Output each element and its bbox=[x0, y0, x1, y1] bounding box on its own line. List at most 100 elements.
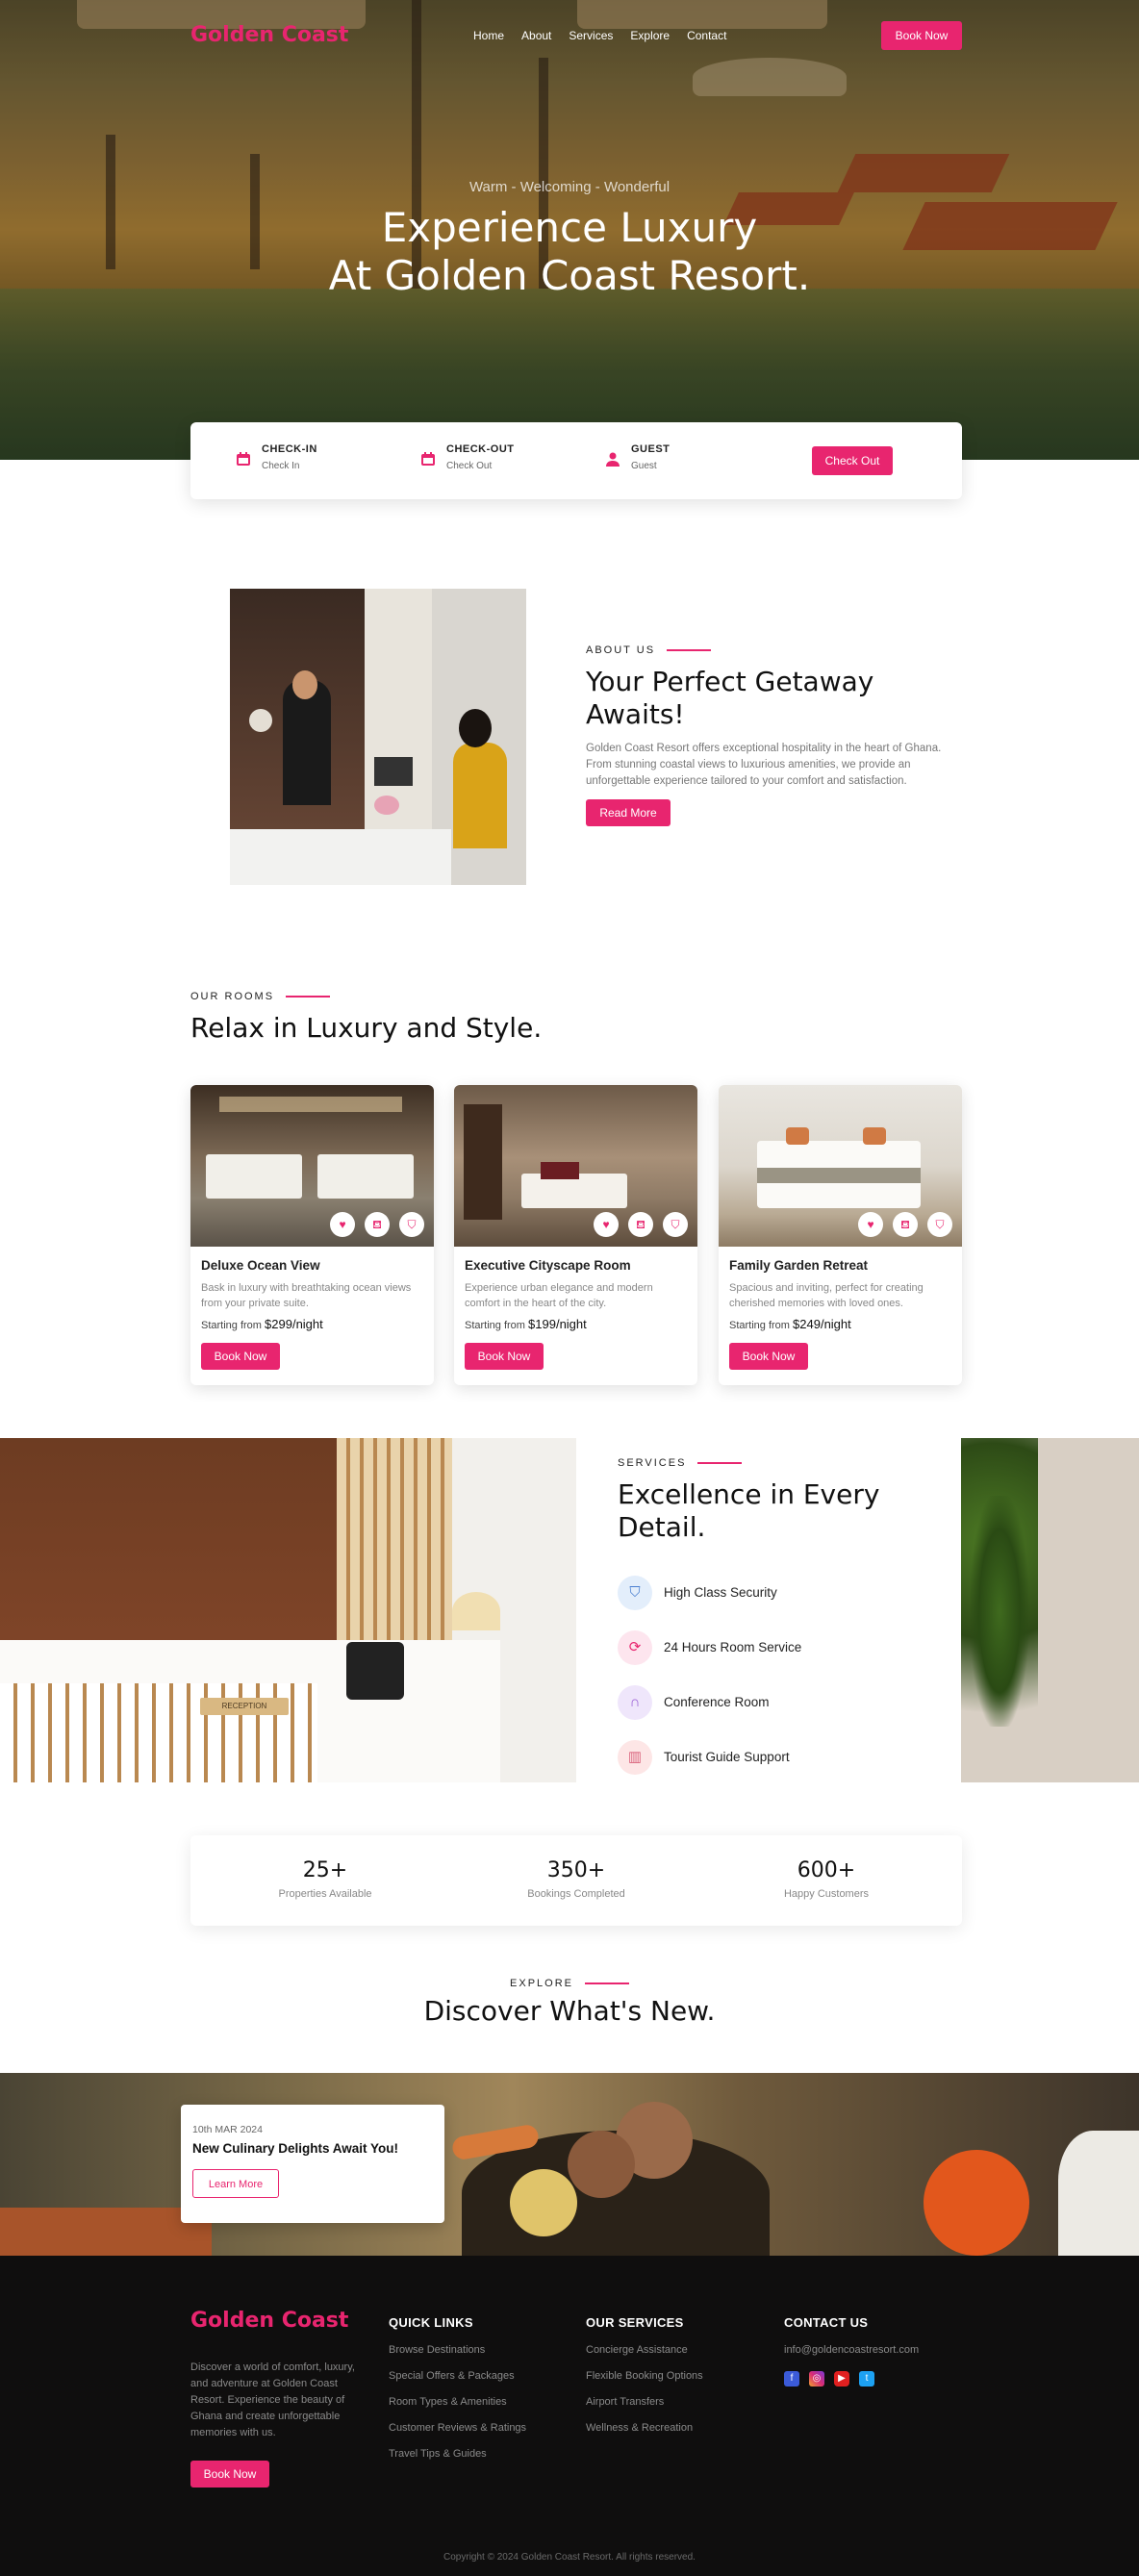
room-name: Family Garden Retreat bbox=[729, 1258, 869, 1273]
footer-about-text: Discover a world of comfort, luxury, and… bbox=[190, 2361, 355, 2438]
calendar-icon bbox=[235, 451, 252, 468]
header-book-now-button[interactable]: Book Now bbox=[881, 21, 962, 50]
service-label: Tourist Guide Support bbox=[664, 1750, 790, 1764]
youtube-icon[interactable]: ▶ bbox=[834, 2371, 849, 2387]
hero-title-line2: At Golden Coast Resort. bbox=[328, 252, 811, 299]
twitter-icon[interactable]: t bbox=[859, 2371, 874, 2387]
nav-home[interactable]: Home bbox=[473, 29, 504, 42]
explore-title: Discover What's New. bbox=[423, 1995, 716, 2027]
room-price: Starting from $299/night bbox=[201, 1317, 423, 1331]
instagram-icon[interactable]: ◎ bbox=[809, 2371, 824, 2387]
footer-services: OUR SERVICES Concierge Assistance Flexib… bbox=[586, 2315, 703, 2434]
services-label-text: SERVICES bbox=[618, 1457, 687, 1469]
label-divider bbox=[667, 649, 712, 651]
stat-label: Bookings Completed bbox=[527, 1888, 625, 1900]
rooms-label-text: OUR ROOMS bbox=[190, 991, 275, 1002]
map-icon: ▥ bbox=[618, 1739, 652, 1775]
shield-icon[interactable]: ⛉ bbox=[927, 1212, 952, 1237]
footer-link[interactable]: Special Offers & Packages bbox=[389, 2370, 526, 2382]
service-label: 24 Hours Room Service bbox=[664, 1640, 802, 1654]
service-item: ∩ Conference Room bbox=[618, 1675, 945, 1730]
heart-icon[interactable]: ♥ bbox=[594, 1212, 619, 1237]
contact-us-title: CONTACT US bbox=[784, 2315, 869, 2330]
guest-field[interactable]: GUEST Guest bbox=[604, 443, 670, 471]
bucket-icon[interactable]: ⛾ bbox=[628, 1212, 653, 1237]
nav-about[interactable]: About bbox=[521, 29, 551, 42]
footer-service-link[interactable]: Flexible Booking Options bbox=[586, 2370, 703, 2382]
stat-number: 350+ bbox=[546, 1858, 606, 1882]
facebook-icon[interactable]: f bbox=[784, 2371, 799, 2387]
learn-more-button[interactable]: Learn More bbox=[192, 2169, 279, 2198]
room-price: Starting from $249/night bbox=[729, 1317, 951, 1331]
footer-service-link[interactable]: Airport Transfers bbox=[586, 2396, 703, 2408]
bucket-icon[interactable]: ⛾ bbox=[893, 1212, 918, 1237]
checkout-field[interactable]: CHECK-OUT Check Out bbox=[419, 443, 515, 471]
footer-book-now-button[interactable]: Book Now bbox=[190, 2461, 269, 2488]
main-nav: Home About Services Explore Contact bbox=[473, 29, 726, 42]
room-book-now-button[interactable]: Book Now bbox=[465, 1343, 544, 1370]
rooms-header: OUR ROOMS Relax in Luxury and Style. bbox=[190, 991, 768, 1045]
nav-contact[interactable]: Contact bbox=[687, 29, 726, 42]
room-description: Experience urban elegance and modern com… bbox=[465, 1282, 653, 1309]
shield-icon[interactable]: ⛉ bbox=[663, 1212, 688, 1237]
read-more-button[interactable]: Read More bbox=[586, 799, 671, 826]
room-price-value: $299/night bbox=[265, 1317, 323, 1331]
footer-link[interactable]: Room Types & Amenities bbox=[389, 2396, 526, 2408]
news-date: 10th MAR 2024 bbox=[192, 2124, 263, 2135]
nav-services[interactable]: Services bbox=[569, 29, 613, 42]
room-service-icon: ⟳ bbox=[618, 1629, 652, 1665]
footer-brand-column: Golden Coast Discover a world of comfort… bbox=[190, 2309, 366, 2488]
about-image bbox=[230, 589, 526, 885]
footer-link[interactable]: Browse Destinations bbox=[389, 2344, 526, 2356]
about-title: Your Perfect Getaway Awaits! bbox=[586, 666, 874, 730]
room-description: Spacious and inviting, perfect for creat… bbox=[729, 1282, 924, 1309]
our-services-title: OUR SERVICES bbox=[586, 2315, 684, 2330]
news-title: New Culinary Delights Await You! bbox=[192, 2141, 399, 2156]
footer-logo[interactable]: Golden Coast bbox=[190, 2309, 366, 2333]
service-item: ⛉ High Class Security bbox=[618, 1565, 945, 1620]
footer: Golden Coast Discover a world of comfort… bbox=[0, 2256, 1139, 2576]
footer-link[interactable]: Customer Reviews & Ratings bbox=[389, 2422, 526, 2434]
heart-icon[interactable]: ♥ bbox=[858, 1212, 883, 1237]
services-image: RECEPTION bbox=[0, 1438, 576, 1782]
stat-label: Properties Available bbox=[278, 1888, 372, 1900]
rooms-label: OUR ROOMS bbox=[190, 991, 768, 1002]
hero-section: Golden Coast Home About Services Explore… bbox=[0, 0, 1139, 460]
shield-icon[interactable]: ⛉ bbox=[399, 1212, 424, 1237]
checkin-field[interactable]: CHECK-IN Check In bbox=[235, 443, 317, 471]
room-book-now-button[interactable]: Book Now bbox=[729, 1343, 808, 1370]
service-label: High Class Security bbox=[664, 1585, 777, 1600]
footer-link[interactable]: Travel Tips & Guides bbox=[389, 2448, 526, 2460]
checkout-value: Check Out bbox=[446, 461, 493, 471]
heart-icon[interactable]: ♥ bbox=[330, 1212, 355, 1237]
check-out-button[interactable]: Check Out bbox=[812, 446, 893, 475]
room-card-icons: ♥ ⛾ ⛉ bbox=[594, 1212, 688, 1237]
starting-from-label: Starting from bbox=[201, 1320, 262, 1331]
room-price-value: $199/night bbox=[528, 1317, 587, 1331]
bucket-icon[interactable]: ⛾ bbox=[365, 1212, 390, 1237]
checkin-value: Check In bbox=[262, 461, 300, 471]
room-card: ♥ ⛾ ⛉ Executive Cityscape Room Experienc… bbox=[454, 1085, 697, 1385]
hero-title: Experience Luxury At Golden Coast Resort… bbox=[0, 204, 1139, 300]
about-label: ABOUT US bbox=[586, 644, 963, 656]
room-name: Executive Cityscape Room bbox=[465, 1258, 631, 1273]
footer-quick-links: QUICK LINKS Browse Destinations Special … bbox=[389, 2315, 526, 2460]
user-icon bbox=[604, 451, 621, 468]
stat-label: Happy Customers bbox=[783, 1888, 870, 1900]
room-book-now-button[interactable]: Book Now bbox=[201, 1343, 280, 1370]
footer-service-link[interactable]: Wellness & Recreation bbox=[586, 2422, 703, 2434]
footer-contact: CONTACT US info@goldencoastresort.com f … bbox=[784, 2315, 919, 2387]
explore-header: EXPLORE Discover What's New. bbox=[0, 1978, 1139, 2028]
checkin-title: CHECK-IN bbox=[262, 443, 317, 455]
room-card: ♥ ⛾ ⛉ Deluxe Ocean View Bask in luxury w… bbox=[190, 1085, 434, 1385]
starting-from-label: Starting from bbox=[729, 1320, 790, 1331]
about-content: ABOUT US Your Perfect Getaway Awaits! Go… bbox=[586, 644, 963, 826]
room-card-icons: ♥ ⛾ ⛉ bbox=[858, 1212, 952, 1237]
reception-sign: RECEPTION bbox=[200, 1698, 289, 1715]
room-price: Starting from $199/night bbox=[465, 1317, 687, 1331]
services-title: Excellence in Every Detail. bbox=[618, 1478, 880, 1543]
nav-explore[interactable]: Explore bbox=[630, 29, 670, 42]
footer-service-link[interactable]: Concierge Assistance bbox=[586, 2344, 703, 2356]
contact-email[interactable]: info@goldencoastresort.com bbox=[784, 2344, 919, 2356]
brand-logo[interactable]: Golden Coast bbox=[190, 23, 348, 47]
